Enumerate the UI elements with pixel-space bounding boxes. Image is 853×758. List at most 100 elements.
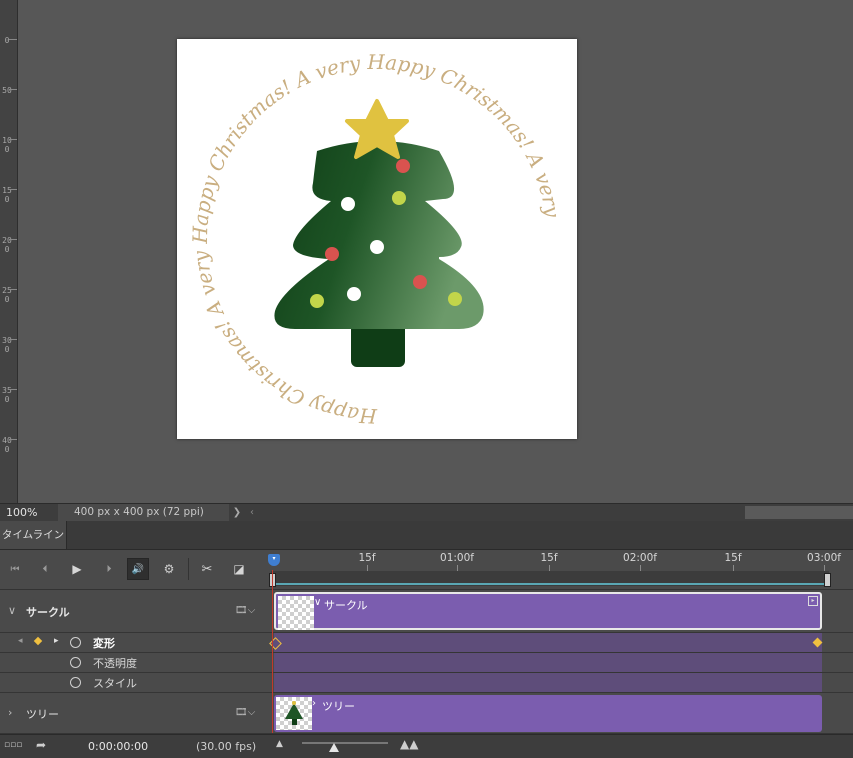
ruler-tick xyxy=(9,339,17,340)
layer-name: ツリー xyxy=(26,708,59,721)
time-label: 02:00f xyxy=(623,552,657,564)
ruler-tick xyxy=(9,89,17,90)
ruler-tick xyxy=(9,439,17,440)
ornament xyxy=(310,294,324,308)
layer-name: サークル xyxy=(26,606,70,619)
time-label: 15f xyxy=(540,552,558,564)
ruler-label: 50 xyxy=(2,86,12,95)
zoom-slider-knob[interactable] xyxy=(329,743,339,752)
property-name: 不透明度 xyxy=(93,657,137,670)
property-row[interactable]: スタイル xyxy=(0,673,267,693)
ruler-tick xyxy=(9,239,17,240)
work-area-bar[interactable] xyxy=(269,571,831,587)
work-area-range xyxy=(274,583,826,585)
ruler-tick xyxy=(9,389,17,390)
toolbar-divider xyxy=(188,558,189,580)
time-ruler[interactable]: 15f 01:00f 15f 02:00f 15f 03:00f ▾ xyxy=(267,550,853,590)
next-keyframe-icon[interactable]: ▸ xyxy=(54,636,59,646)
ruler-label: 0 xyxy=(4,36,10,45)
clip-thumbnail xyxy=(278,596,314,630)
transport-controls: ⏮ ⏴ ▶ ⏵ 🔊 ⚙ ✂ ◪ xyxy=(0,550,267,590)
stopwatch-icon[interactable] xyxy=(70,637,81,648)
ornament xyxy=(392,191,406,205)
work-area-end-handle[interactable] xyxy=(824,573,831,587)
timeline-zoom-slider[interactable] xyxy=(302,742,388,744)
time-label: 01:00f xyxy=(440,552,474,564)
vertical-ruler: 0 50 100 150 200 250 300 350 400 xyxy=(0,0,18,503)
property-band xyxy=(274,633,822,652)
split-scissors-icon[interactable]: ✂ xyxy=(196,558,218,580)
settings-gear-icon[interactable]: ⚙ xyxy=(158,558,180,580)
track-row: サークル ∨ ▸ xyxy=(267,590,853,633)
tab-timeline[interactable]: タイムライン xyxy=(0,521,67,549)
canvas-workspace[interactable]: Happy Christmas! A very Happy Christmas!… xyxy=(18,0,853,503)
document-canvas[interactable]: Happy Christmas! A very Happy Christmas!… xyxy=(177,39,577,439)
ornament xyxy=(347,287,361,301)
ornament xyxy=(413,275,427,289)
tree-icon xyxy=(285,701,303,725)
chevron-right-icon[interactable]: ❯ xyxy=(229,507,245,518)
status-bar: 100% 400 px x 400 px (72 ppi) ❯ ‹ xyxy=(0,503,853,522)
ornament xyxy=(325,247,339,261)
previous-keyframe-icon[interactable]: ◂ xyxy=(18,636,23,646)
property-name: スタイル xyxy=(93,677,137,690)
go-to-first-frame-icon[interactable]: ⏮ xyxy=(4,558,26,580)
property-name: 変形 xyxy=(93,637,115,650)
layer-row[interactable]: › ツリー 🎞⌵ xyxy=(0,693,267,734)
next-frame-icon[interactable]: ⏵ xyxy=(98,558,120,580)
panel-tab-bar: タイムライン xyxy=(0,521,853,550)
property-band xyxy=(274,653,822,672)
ornament xyxy=(396,159,410,173)
ruler-tick xyxy=(9,39,17,40)
current-timecode: 0:00:00:00 xyxy=(88,740,149,753)
horizontal-scrollbar[interactable] xyxy=(745,506,853,519)
video-clip[interactable]: ツリー › xyxy=(274,695,822,732)
property-track xyxy=(267,633,853,653)
audio-icon[interactable]: 🔊 xyxy=(127,558,149,580)
property-band xyxy=(274,673,822,692)
stopwatch-icon[interactable] xyxy=(70,657,81,668)
ornament xyxy=(370,240,384,254)
time-label: 15f xyxy=(358,552,376,564)
ruler-tick xyxy=(9,189,17,190)
ornament xyxy=(341,197,355,211)
track-row: ツリー › xyxy=(267,693,853,734)
chevron-down-icon[interactable]: ∨ xyxy=(314,597,321,608)
ruler-tick xyxy=(9,139,17,140)
previous-frame-icon[interactable]: ⏴ xyxy=(34,558,56,580)
render-video-icon[interactable]: ➦ xyxy=(36,738,46,752)
film-strip-icon[interactable]: 🎞⌵ xyxy=(235,707,255,718)
property-track xyxy=(267,673,853,693)
chevron-right-icon[interactable]: › xyxy=(8,706,12,719)
play-icon[interactable]: ▶ xyxy=(66,558,88,580)
zoom-in-icon[interactable]: ▲▲ xyxy=(400,737,418,751)
property-row[interactable]: ◂ ▸ 変形 xyxy=(0,633,267,653)
film-strip-icon[interactable]: 🎞⌵ xyxy=(235,605,255,616)
clip-label: ツリー xyxy=(322,700,355,713)
christmas-artwork: Happy Christmas! A very Happy Christmas!… xyxy=(188,50,565,428)
time-label: 15f xyxy=(724,552,742,564)
clip-end-icon[interactable]: ▸ xyxy=(808,596,818,606)
property-track xyxy=(267,653,853,673)
transition-icon[interactable]: ◪ xyxy=(228,558,250,580)
clip-thumbnail xyxy=(276,697,312,730)
stopwatch-icon[interactable] xyxy=(70,677,81,688)
chevron-left-icon[interactable]: ‹ xyxy=(245,507,259,518)
keyframe-icon[interactable] xyxy=(33,636,43,646)
time-label: 03:00f xyxy=(807,552,841,564)
layer-row[interactable]: ∨ サークル 🎞⌵ xyxy=(0,590,267,633)
clip-label: サークル xyxy=(324,599,368,612)
ruler-tick xyxy=(9,289,17,290)
video-clip[interactable]: サークル ∨ ▸ xyxy=(274,592,822,630)
property-row[interactable]: 不透明度 xyxy=(0,653,267,673)
timeline-bottom-bar: ▫▫▫ ➦ 0:00:00:00 (30.00 fps) ▲ ▲▲ xyxy=(0,734,853,758)
ornament xyxy=(448,292,462,306)
chevron-down-icon[interactable]: ∨ xyxy=(8,604,16,617)
convert-frame-animation-icon[interactable]: ▫▫▫ xyxy=(4,740,22,750)
chevron-right-icon[interactable]: › xyxy=(312,698,316,709)
current-time-indicator[interactable] xyxy=(272,570,273,733)
playhead-handle[interactable]: ▾ xyxy=(268,554,280,566)
tree-icon xyxy=(274,141,484,367)
zoom-level[interactable]: 100% xyxy=(0,506,58,519)
zoom-out-icon[interactable]: ▲ xyxy=(276,739,283,749)
